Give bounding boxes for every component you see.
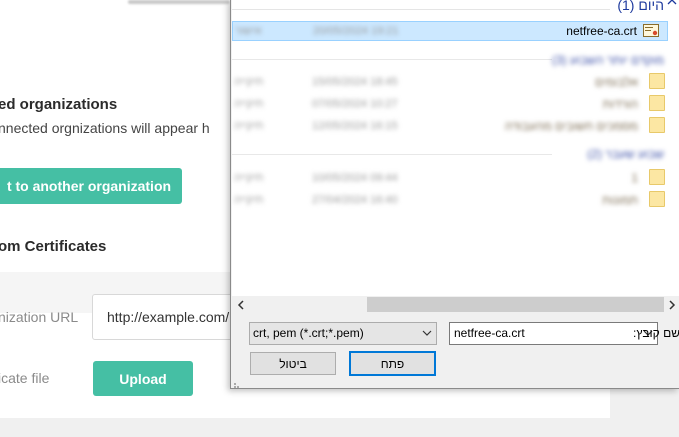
file-date: 12/05/2024 16:15 <box>312 120 398 132</box>
file-name: אלבומים <box>595 75 638 89</box>
group-divider <box>232 154 552 155</box>
org-url-label: nization URL <box>0 309 79 325</box>
file-type: תיקייה <box>234 98 264 110</box>
file-name: מסמכים חשובים מהעבודה <box>504 119 638 133</box>
file-date: 27/04/2024 16:40 <box>312 194 398 206</box>
certificate-icon <box>643 24 659 38</box>
file-type-filter-select[interactable]: crt, pem (*.crt;*.pem) <box>249 322 437 345</box>
chevron-down-icon <box>422 323 432 352</box>
file-name: 1 <box>631 171 638 185</box>
custom-certificates-title: om Certificates <box>0 238 107 255</box>
file-name: תמונות <box>602 193 638 207</box>
folder-row[interactable]: תיקייה 15/05/2024 18:45 אלבומים <box>232 73 668 93</box>
folder-row[interactable]: תיקייה 07/05/2024 10:27 הורדות <box>232 95 668 115</box>
cert-file-label: icate file <box>0 370 50 386</box>
file-type: תיקייה <box>234 120 264 132</box>
folder-icon <box>649 73 665 89</box>
arrow-right-icon[interactable] <box>663 296 679 313</box>
file-date: 15/05/2024 18:45 <box>312 76 398 88</box>
file-list[interactable]: היום (1) אישור 20/05/2024 19:21 netfree-… <box>232 0 679 298</box>
cancel-button[interactable]: ביטול <box>250 352 336 375</box>
file-type: תיקייה <box>234 76 264 88</box>
group-header-last-week[interactable]: שבוע שעבר (2) <box>587 147 664 161</box>
filename-input[interactable]: netfree-ca.crt <box>449 322 658 345</box>
filter-value: crt, pem (*.crt;*.pem) <box>253 326 364 340</box>
horizontal-scrollbar[interactable] <box>232 296 679 313</box>
group-divider <box>232 59 552 60</box>
connected-orgs-title: ed organizations <box>0 96 118 113</box>
file-open-dialog: היום (1) אישור 20/05/2024 19:21 netfree-… <box>230 0 679 389</box>
file-name: הורדות <box>602 97 638 111</box>
group-header-today[interactable]: היום (1) <box>617 0 664 13</box>
file-type: תיקייה <box>234 172 264 184</box>
folder-icon <box>649 117 665 133</box>
filename-label: שם קובץ: <box>633 326 679 340</box>
chevron-up-icon[interactable] <box>666 0 678 10</box>
file-row-selected[interactable]: אישור 20/05/2024 19:21 netfree-ca.crt <box>232 21 668 41</box>
open-button[interactable]: פתח <box>349 351 436 376</box>
file-date: 07/05/2024 10:27 <box>312 98 398 110</box>
page-topbar-text <box>128 0 230 4</box>
folder-icon <box>649 95 665 111</box>
arrow-left-icon[interactable] <box>232 296 249 313</box>
group-divider <box>232 9 610 10</box>
file-name: netfree-ca.crt <box>566 24 637 38</box>
scrollbar-thumb[interactable] <box>367 297 664 312</box>
filename-value: netfree-ca.crt <box>454 326 525 340</box>
file-date: 20/05/2024 19:21 <box>313 25 399 37</box>
upload-button[interactable]: Upload <box>93 361 193 396</box>
folder-row[interactable]: תיקייה 27/04/2024 16:40 תמונות <box>232 191 668 211</box>
file-type: אישור <box>235 25 262 37</box>
connect-organization-button[interactable]: t to another organization <box>0 168 182 204</box>
folder-row[interactable]: תיקייה 10/05/2024 09:44 1 <box>232 169 668 189</box>
connected-orgs-description: nnected orgnizations will appear h <box>0 120 210 136</box>
page-header-band <box>0 10 230 42</box>
org-url-input[interactable]: http://example.com/ <box>92 294 242 340</box>
resize-grip-icon[interactable] <box>233 376 243 388</box>
group-header-earlier[interactable]: מוקדם יותר השבוע (3) <box>552 53 664 67</box>
folder-icon <box>649 169 665 185</box>
folder-row[interactable]: תיקייה 12/05/2024 16:15 מסמכים חשובים מה… <box>232 117 668 137</box>
file-type: תיקייה <box>234 194 264 206</box>
folder-icon <box>649 191 665 207</box>
file-date: 10/05/2024 09:44 <box>312 172 398 184</box>
